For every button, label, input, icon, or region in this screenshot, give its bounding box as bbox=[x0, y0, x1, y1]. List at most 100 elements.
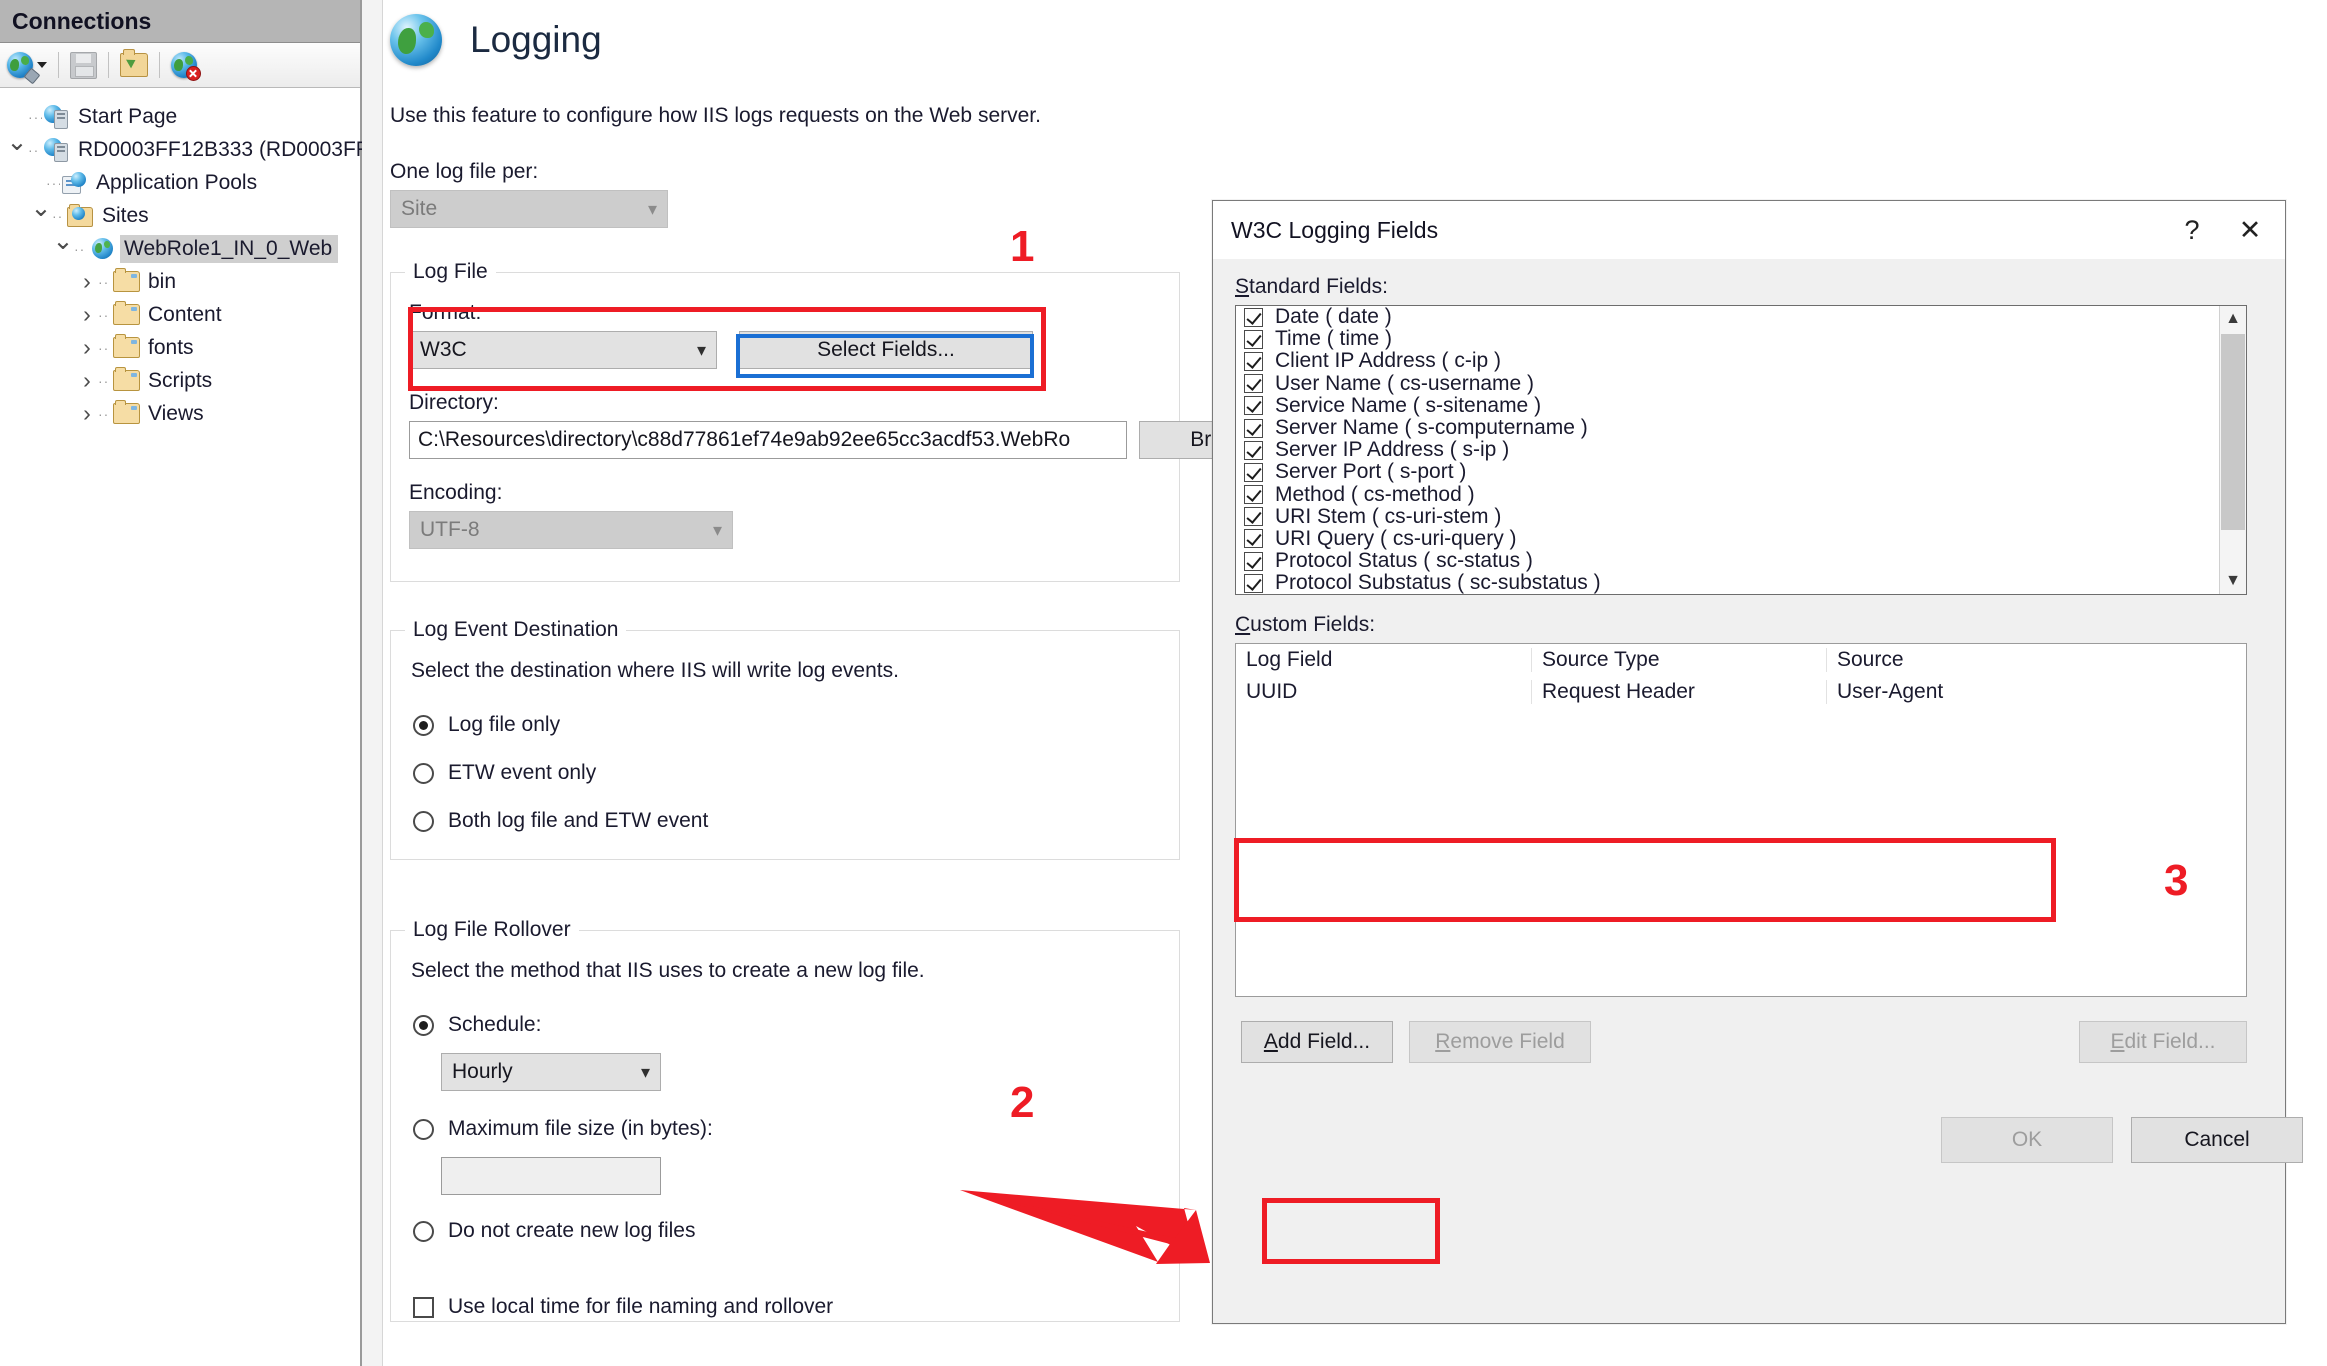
chevron-right-icon[interactable] bbox=[76, 268, 98, 295]
checkbox-use-local-time[interactable]: Use local time for file naming and rollo… bbox=[413, 1295, 833, 1319]
maximum-file-size-input[interactable] bbox=[441, 1157, 661, 1195]
tree-item-fonts[interactable]: ·· fonts bbox=[0, 331, 360, 364]
checkbox-icon[interactable] bbox=[1244, 463, 1263, 482]
table-row[interactable]: UUID Request Header User-Agent bbox=[1236, 676, 2246, 708]
tree-item-label: Views bbox=[144, 400, 210, 428]
scroll-down-icon[interactable]: ▼ bbox=[2220, 568, 2246, 594]
open-connection-icon[interactable] bbox=[120, 53, 148, 77]
chevron-right-icon[interactable] bbox=[76, 367, 98, 394]
checkbox-icon[interactable] bbox=[1244, 374, 1263, 393]
checkbox-icon[interactable] bbox=[1244, 352, 1263, 371]
connections-header: Connections bbox=[0, 0, 360, 43]
radio-both-log-and-etw[interactable]: Both log file and ETW event bbox=[413, 809, 708, 833]
chevron-right-icon[interactable] bbox=[76, 301, 98, 328]
chevron-down-icon[interactable] bbox=[37, 62, 47, 68]
custom-fields-table[interactable]: Log Field Source Type Source UUID Reques… bbox=[1235, 643, 2247, 997]
radio-schedule[interactable]: Schedule: bbox=[413, 1013, 541, 1037]
tree-item-bin[interactable]: ·· bin bbox=[0, 265, 360, 298]
standard-field-label: Protocol Substatus ( sc-substatus ) bbox=[1275, 571, 1601, 595]
format-select[interactable]: W3C ▾ bbox=[409, 331, 717, 369]
tree-item-webrole1-in-0-web[interactable]: ·· WebRole1_IN_0_Web bbox=[0, 232, 360, 265]
standard-field-item[interactable]: Client IP Address ( c-ip ) bbox=[1236, 350, 2246, 372]
radio-log-file-only[interactable]: Log file only bbox=[413, 713, 560, 737]
connections-toolbar bbox=[0, 43, 360, 88]
tree-item-views[interactable]: ·· Views bbox=[0, 397, 360, 430]
disconnect-icon[interactable] bbox=[171, 52, 197, 78]
checkbox-icon[interactable] bbox=[1244, 507, 1263, 526]
scroll-up-icon[interactable]: ▲ bbox=[2220, 306, 2246, 332]
radio-etw-event-only[interactable]: ETW event only bbox=[413, 761, 596, 785]
tree-item-application-pools[interactable]: ···· Application Pools bbox=[0, 166, 360, 199]
scrollbar-thumb[interactable] bbox=[2221, 334, 2245, 530]
remove-field-button[interactable]: Remove Field bbox=[1409, 1021, 1591, 1063]
radio-icon[interactable] bbox=[413, 763, 434, 784]
directory-value: C:\Resources\directory\c88d77861ef74e9ab… bbox=[418, 428, 1070, 452]
checkbox-icon[interactable] bbox=[1244, 441, 1263, 460]
save-connection-icon[interactable] bbox=[70, 52, 97, 79]
standard-field-item[interactable]: Method ( cs-method ) bbox=[1236, 484, 2246, 506]
standard-field-item[interactable]: Server Name ( s-computername ) bbox=[1236, 417, 2246, 439]
close-icon[interactable]: ✕ bbox=[2219, 204, 2281, 256]
chevron-right-icon[interactable] bbox=[76, 400, 98, 427]
directory-input[interactable]: C:\Resources\directory\c88d77861ef74e9ab… bbox=[409, 421, 1127, 459]
wrench-icon bbox=[24, 68, 41, 85]
sites-folder-icon bbox=[66, 205, 94, 227]
standard-field-item[interactable]: URI Query ( cs-uri-query ) bbox=[1236, 528, 2246, 550]
standard-field-label: Protocol Status ( sc-status ) bbox=[1275, 549, 1533, 573]
standard-field-item[interactable]: Protocol Substatus ( sc-substatus ) bbox=[1236, 572, 2246, 594]
schedule-select[interactable]: Hourly ▾ bbox=[441, 1053, 661, 1091]
standard-field-item[interactable]: Time ( time ) bbox=[1236, 328, 2246, 350]
checkbox-icon[interactable] bbox=[1244, 574, 1263, 593]
checkbox-icon[interactable] bbox=[413, 1297, 434, 1318]
radio-icon[interactable] bbox=[413, 1221, 434, 1242]
standard-fields-scrollbar[interactable]: ▲ ▼ bbox=[2219, 306, 2246, 594]
log-file-rollover-title: Log File Rollover bbox=[405, 918, 579, 942]
encoding-select[interactable]: UTF-8 ▾ bbox=[409, 511, 733, 549]
ok-button[interactable]: OK bbox=[1941, 1117, 2113, 1163]
checkbox-icon[interactable] bbox=[1244, 552, 1263, 571]
cancel-label: Cancel bbox=[2184, 1128, 2249, 1152]
select-fields-button[interactable]: Select Fields... bbox=[739, 331, 1033, 369]
chevron-down-icon[interactable] bbox=[52, 239, 74, 259]
radio-icon[interactable] bbox=[413, 1119, 434, 1140]
checkbox-icon[interactable] bbox=[1244, 308, 1263, 327]
one-log-file-per-select[interactable]: Site ▾ bbox=[390, 190, 668, 228]
tree-item-server[interactable]: ·· RD0003FF12B333 (RD0003FF12 bbox=[0, 133, 360, 166]
tree-item-scripts[interactable]: ·· Scripts bbox=[0, 364, 360, 397]
standard-field-item[interactable]: URI Stem ( cs-uri-stem ) bbox=[1236, 506, 2246, 528]
standard-field-item[interactable]: Server IP Address ( s-ip ) bbox=[1236, 439, 2246, 461]
page-header: Logging bbox=[390, 14, 602, 66]
standard-field-item[interactable]: User Name ( cs-username ) bbox=[1236, 373, 2246, 395]
radio-icon[interactable] bbox=[413, 811, 434, 832]
cancel-button[interactable]: Cancel bbox=[2131, 1117, 2303, 1163]
chevron-down-icon[interactable] bbox=[30, 206, 52, 226]
chevron-down-icon[interactable] bbox=[6, 140, 28, 160]
checkbox-icon[interactable] bbox=[1244, 485, 1263, 504]
connect-to-icon[interactable] bbox=[7, 52, 47, 78]
checkbox-icon[interactable] bbox=[1244, 419, 1263, 438]
standard-field-item[interactable]: Protocol Status ( sc-status ) bbox=[1236, 550, 2246, 572]
help-icon[interactable]: ? bbox=[2165, 204, 2219, 256]
radio-icon[interactable] bbox=[413, 1015, 434, 1036]
standard-field-item[interactable]: Service Name ( s-sitename ) bbox=[1236, 395, 2246, 417]
directory-label: Directory: bbox=[409, 391, 499, 415]
radio-do-not-create-new-log-files[interactable]: Do not create new log files bbox=[413, 1219, 695, 1243]
checkbox-icon[interactable] bbox=[1244, 330, 1263, 349]
standard-fields-list[interactable]: Date ( date ) Time ( time ) Client IP Ad… bbox=[1235, 305, 2247, 595]
tree-item-label: WebRole1_IN_0_Web bbox=[120, 235, 338, 263]
standard-field-item[interactable]: Server Port ( s-port ) bbox=[1236, 461, 2246, 483]
error-badge-icon bbox=[186, 66, 201, 81]
checkbox-icon[interactable] bbox=[1244, 396, 1263, 415]
tree-item-label: fonts bbox=[144, 334, 200, 362]
checkbox-icon[interactable] bbox=[1244, 529, 1263, 548]
chevron-down-icon: ▾ bbox=[648, 199, 657, 220]
add-field-button[interactable]: Add Field... bbox=[1241, 1021, 1393, 1063]
standard-field-item[interactable]: Date ( date ) bbox=[1236, 306, 2246, 328]
tree-item-content[interactable]: ·· Content bbox=[0, 298, 360, 331]
standard-field-label: URI Query ( cs-uri-query ) bbox=[1275, 527, 1517, 551]
radio-icon[interactable] bbox=[413, 715, 434, 736]
chevron-right-icon[interactable] bbox=[76, 334, 98, 361]
edit-field-button[interactable]: Edit Field... bbox=[2079, 1021, 2247, 1063]
tree-item-start-page[interactable]: ···· Start Page bbox=[0, 100, 360, 133]
radio-maximum-file-size[interactable]: Maximum file size (in bytes): bbox=[413, 1117, 713, 1141]
